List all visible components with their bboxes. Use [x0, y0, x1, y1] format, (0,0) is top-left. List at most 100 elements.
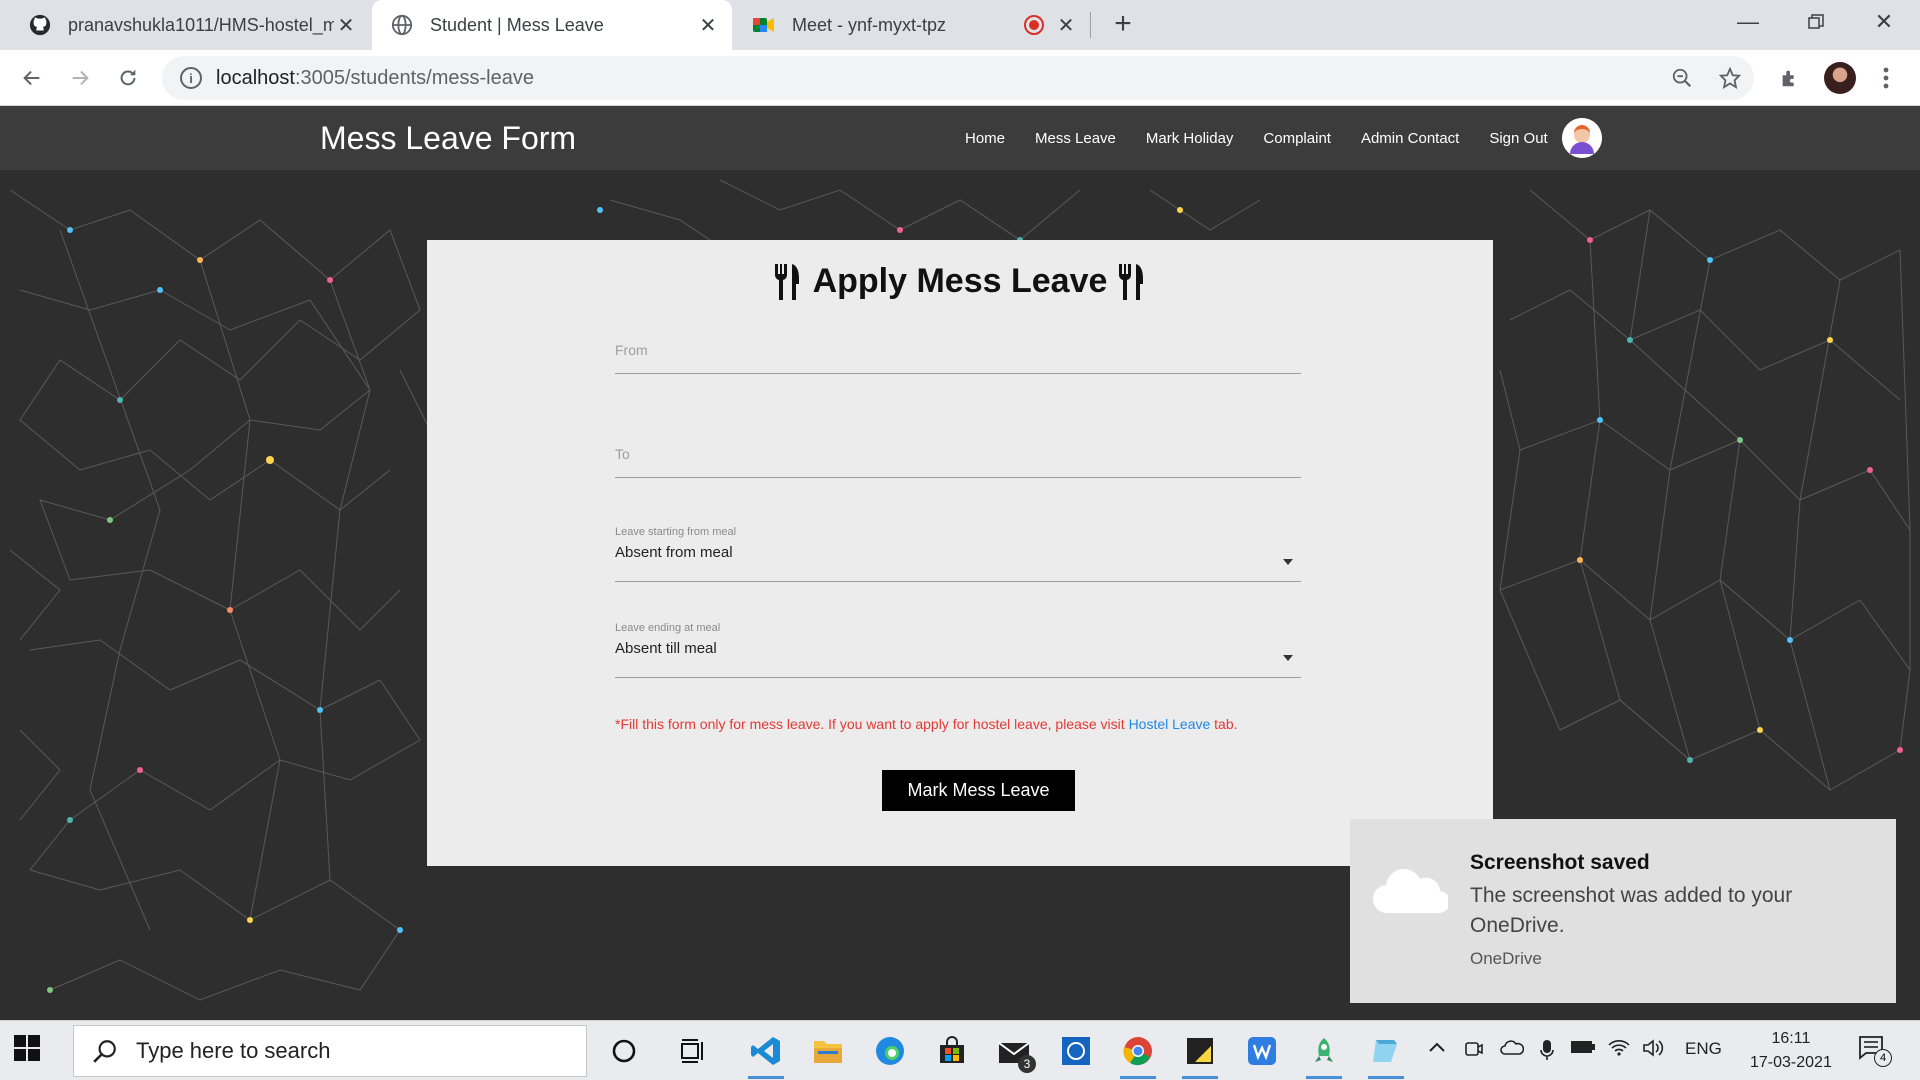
nav-mess-leave[interactable]: Mess Leave — [1035, 130, 1116, 147]
rocket-app-icon[interactable] — [1302, 1029, 1346, 1079]
back-icon[interactable] — [14, 60, 50, 96]
vscode-icon[interactable] — [744, 1029, 788, 1079]
tab-meet[interactable]: Meet - ynf-myxt-tpz ✕ — [734, 0, 1090, 50]
minimize-icon[interactable]: — — [1714, 0, 1782, 44]
clock[interactable]: 16:11 17-03-2021 — [1750, 1027, 1832, 1075]
search-icon — [93, 1040, 116, 1063]
windows-taskbar: Type here to search 3 ENG 16:11 17-03-20… — [0, 1020, 1920, 1080]
kebab-menu-icon[interactable] — [1870, 62, 1902, 94]
nav-links: Home Mess Leave Mark Holiday Complaint A… — [965, 106, 1602, 170]
onedrive-icon[interactable] — [1500, 1039, 1525, 1060]
action-center-icon[interactable]: 4 — [1858, 1035, 1892, 1068]
recording-icon — [1024, 15, 1044, 35]
store-icon[interactable] — [930, 1029, 974, 1073]
mail-badge: 3 — [1018, 1055, 1036, 1073]
microphone-icon[interactable] — [1540, 1039, 1554, 1066]
tab-title: Student | Mess Leave — [430, 14, 604, 35]
app-navbar: Mess Leave Form Home Mess Leave Mark Hol… — [0, 106, 1920, 170]
toast-body: The screenshot was added to your OneDriv… — [1470, 884, 1793, 937]
meet-now-icon[interactable] — [1464, 1039, 1484, 1064]
taskbar-search-input[interactable]: Type here to search — [73, 1025, 587, 1077]
form-note: *Fill this form only for mess leave. If … — [615, 716, 1238, 732]
end-meal-value: Absent till meal — [615, 640, 717, 657]
forward-icon[interactable] — [62, 60, 98, 96]
hostel-leave-link[interactable]: Hostel Leave — [1129, 716, 1211, 732]
to-label: To — [615, 446, 630, 462]
url-field[interactable]: i localhost:3005/students/mess-leave — [162, 56, 1754, 100]
active-indicator — [1120, 1076, 1156, 1079]
site-info-icon[interactable]: i — [180, 67, 202, 89]
to-date-field[interactable]: To — [615, 446, 1301, 478]
restore-icon[interactable] — [1782, 0, 1850, 44]
active-indicator — [1182, 1076, 1218, 1079]
wifi-icon[interactable] — [1608, 1039, 1630, 1062]
nav-complaint[interactable]: Complaint — [1263, 130, 1331, 147]
nav-sign-out[interactable]: Sign Out — [1489, 130, 1547, 147]
active-indicator — [1306, 1076, 1342, 1079]
notification-count: 4 — [1874, 1049, 1892, 1067]
cortana-icon[interactable] — [602, 1029, 646, 1073]
onedrive-toast[interactable]: Screenshot saved The screenshot was adde… — [1350, 819, 1896, 1003]
active-indicator — [1368, 1076, 1404, 1079]
address-bar: i localhost:3005/students/mess-leave — [0, 50, 1920, 106]
github-icon — [28, 13, 52, 37]
user-avatar[interactable] — [1561, 118, 1602, 158]
end-meal-label: Leave ending at meal — [615, 622, 721, 634]
task-view-icon[interactable] — [672, 1029, 716, 1073]
form-heading: Apply Mess Leave — [427, 262, 1493, 301]
sticky-notes-icon[interactable] — [1178, 1029, 1222, 1079]
wps-icon[interactable] — [1240, 1029, 1284, 1073]
form-title: Apply Mess Leave — [812, 262, 1108, 300]
clock-time: 16:11 — [1771, 1030, 1811, 1047]
nav-home[interactable]: Home — [965, 130, 1005, 147]
start-meal-select[interactable]: Leave starting from meal Absent from mea… — [615, 526, 1301, 582]
chevron-up-icon[interactable] — [1428, 1039, 1446, 1059]
tab-title: pranavshukla1011/HMS-hostel_m — [68, 14, 334, 35]
windows-start-icon[interactable] — [14, 1035, 40, 1066]
reload-icon[interactable] — [110, 60, 146, 96]
mark-mess-leave-button[interactable]: Mark Mess Leave — [882, 770, 1075, 811]
battery-icon[interactable] — [1570, 1039, 1596, 1060]
mail-icon[interactable]: 3 — [992, 1029, 1036, 1073]
tab-divider — [1090, 12, 1091, 38]
note-text: *Fill this form only for mess leave. If … — [615, 716, 1129, 732]
notepad-icon[interactable] — [1364, 1029, 1408, 1079]
clock-date: 17-03-2021 — [1750, 1054, 1832, 1071]
dropdown-arrow-icon — [1283, 559, 1293, 565]
extensions-icon[interactable] — [1774, 62, 1806, 94]
zoom-icon[interactable] — [1666, 62, 1698, 94]
profile-avatar[interactable] — [1824, 62, 1856, 94]
active-indicator — [748, 1076, 784, 1079]
url-host: localhost — [216, 66, 295, 89]
close-tab-icon[interactable]: ✕ — [1054, 13, 1078, 38]
from-date-field[interactable]: From — [615, 342, 1301, 374]
new-tab-button[interactable]: + — [1106, 8, 1140, 42]
tab-github[interactable]: pranavshukla1011/HMS-hostel_m ✕ — [10, 0, 370, 50]
tab-title: Meet - ynf-myxt-tpz — [792, 14, 947, 35]
close-window-icon[interactable]: ✕ — [1850, 0, 1918, 44]
end-meal-select[interactable]: Leave ending at meal Absent till meal — [615, 622, 1301, 678]
edge-icon[interactable] — [868, 1029, 912, 1073]
toast-title: Screenshot saved — [1470, 851, 1650, 874]
close-tab-icon[interactable]: ✕ — [334, 13, 358, 38]
utensils-icon — [1119, 263, 1144, 300]
utensils-icon — [774, 263, 799, 300]
volume-icon[interactable] — [1642, 1039, 1664, 1062]
file-explorer-icon[interactable] — [806, 1029, 850, 1073]
dropdown-arrow-icon — [1283, 655, 1293, 661]
nav-mark-holiday[interactable]: Mark Holiday — [1146, 130, 1234, 147]
brand-title[interactable]: Mess Leave Form — [320, 120, 576, 157]
chrome-icon[interactable] — [1116, 1029, 1160, 1079]
nav-admin-contact[interactable]: Admin Contact — [1361, 130, 1459, 147]
cloud-icon — [1372, 869, 1448, 914]
tab-mess-leave[interactable]: Student | Mess Leave ✕ — [372, 0, 732, 50]
bookmark-star-icon[interactable] — [1714, 62, 1746, 94]
search-placeholder: Type here to search — [136, 1038, 331, 1063]
close-tab-icon[interactable]: ✕ — [696, 13, 720, 38]
start-meal-label: Leave starting from meal — [615, 526, 737, 538]
note-suffix: tab. — [1210, 716, 1238, 732]
mess-leave-form-card: Apply Mess Leave From To Leave starting … — [427, 240, 1493, 866]
app-icon-blue[interactable] — [1054, 1029, 1098, 1073]
toast-app-name: OneDrive — [1470, 949, 1542, 968]
language-indicator[interactable]: ENG — [1685, 1039, 1722, 1059]
